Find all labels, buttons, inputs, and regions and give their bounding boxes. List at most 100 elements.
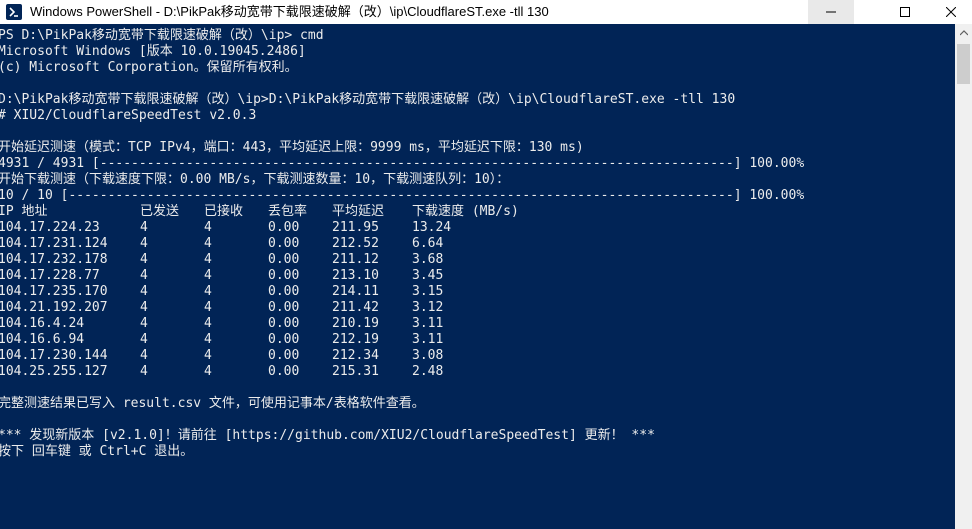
console-line: 开始下载测速（下载速度下限：0.00 MB/s，下载测速数量：10，下载测速队列… [0, 172, 510, 187]
console-line: 开始延迟测速（模式：TCP IPv4，端口：443，平均延迟上限：9999 ms… [0, 140, 584, 155]
cell-loss: 0.00 [268, 364, 300, 379]
cell-speed: 13.24 [412, 220, 452, 235]
cell-sent: 4 [140, 348, 148, 363]
console-line: # XIU2/CloudflareSpeedTest v2.0.3 [0, 108, 257, 123]
table-row: 104.17.224.23 4 4 0.00 211.95 13.24 [0, 220, 804, 236]
header-loss: 丢包率 [268, 204, 308, 219]
console-line: *** 发现新版本 [v2.1.0]！请前往 [https://github.c… [0, 428, 655, 443]
cell-received: 4 [204, 284, 212, 299]
scroll-up-button[interactable] [955, 24, 972, 41]
close-icon [946, 7, 956, 17]
cell-received: 4 [204, 268, 212, 283]
table-row: 104.17.230.144 4 4 0.00 212.34 3.08 [0, 348, 804, 364]
cell-sent: 4 [140, 284, 148, 299]
cell-ip: 104.17.235.170 [0, 284, 108, 299]
cell-received: 4 [204, 300, 212, 315]
cell-received: 4 [204, 348, 212, 363]
powershell-icon [6, 4, 22, 20]
console-line: 按下 回车键 或 Ctrl+C 退出。 [0, 444, 194, 459]
cell-latency: 210.19 [332, 316, 379, 331]
cell-latency: 212.19 [332, 332, 379, 347]
cell-latency: 215.31 [332, 364, 379, 379]
cell-ip: 104.16.4.24 [0, 316, 85, 331]
cell-speed: 2.48 [412, 364, 444, 379]
powershell-window: Windows PowerShell - D:\PikPak移动宽带下载限速破解… [0, 0, 972, 529]
console-line: D:\PikPak移动宽带下载限速破解（改）\ip>D:\PikPak移动宽带下… [0, 92, 736, 107]
cell-ip: 104.17.230.144 [0, 348, 108, 363]
maximize-button[interactable] [882, 0, 928, 24]
cell-sent: 4 [140, 236, 148, 251]
maximize-icon [900, 7, 910, 17]
cell-sent: 4 [140, 332, 148, 347]
scroll-thumb[interactable] [957, 44, 970, 84]
cell-received: 4 [204, 220, 212, 235]
cell-received: 4 [204, 236, 212, 251]
chevron-up-icon [959, 29, 968, 35]
cell-loss: 0.00 [268, 236, 300, 251]
cell-latency: 212.34 [332, 348, 379, 363]
table-row: 104.17.231.124 4 4 0.00 212.52 6.64 [0, 236, 804, 252]
cell-speed: 3.11 [412, 316, 444, 331]
cell-speed: 3.12 [412, 300, 444, 315]
cell-latency: 213.10 [332, 268, 379, 283]
table-row: 104.16.4.24 4 4 0.00 210.19 3.11 [0, 316, 804, 332]
table-row: 104.21.192.207 4 4 0.00 211.42 3.12 [0, 300, 804, 316]
cell-speed: 3.15 [412, 284, 444, 299]
cell-ip: 104.17.232.178 [0, 252, 108, 267]
cell-speed: 3.11 [412, 332, 444, 347]
cell-sent: 4 [140, 300, 148, 315]
progress-line: 4931 / 4931 [---------------------------… [0, 156, 805, 171]
console-line: 完整测速结果已写入 result.csv 文件，可使用记事本/表格软件查看。 [0, 396, 425, 411]
table-header: IP 地址 已发送 已接收 丢包率 平均延迟 下载速度 (MB/s) [0, 204, 804, 220]
cell-loss: 0.00 [268, 284, 300, 299]
console-output[interactable]: PS D:\PikPak移动宽带下载限速破解（改）\ip> cmd Micros… [0, 24, 955, 529]
cell-latency: 211.12 [332, 252, 379, 267]
close-button[interactable] [928, 0, 972, 24]
cell-latency: 211.42 [332, 300, 379, 315]
console-line: (c) Microsoft Corporation。保留所有权利。 [0, 60, 298, 75]
cell-ip: 104.17.224.23 [0, 220, 100, 235]
table-row: 104.17.235.170 4 4 0.00 214.11 3.15 [0, 284, 804, 300]
minimize-button[interactable] [808, 0, 854, 24]
cell-received: 4 [204, 332, 212, 347]
cell-ip: 104.16.6.94 [0, 332, 85, 347]
cell-loss: 0.00 [268, 220, 300, 235]
header-ip: IP 地址 [0, 204, 48, 219]
cell-received: 4 [204, 316, 212, 331]
vertical-scrollbar[interactable] [955, 24, 972, 529]
cell-speed: 6.64 [412, 236, 444, 251]
cell-speed: 3.45 [412, 268, 444, 283]
cell-loss: 0.00 [268, 316, 300, 331]
cell-sent: 4 [140, 252, 148, 267]
cell-sent: 4 [140, 316, 148, 331]
window-title: Windows PowerShell - D:\PikPak移动宽带下载限速破解… [30, 4, 549, 19]
cell-latency: 214.11 [332, 284, 379, 299]
cell-sent: 4 [140, 364, 148, 379]
cell-loss: 0.00 [268, 268, 300, 283]
cell-latency: 211.95 [332, 220, 379, 235]
cell-sent: 4 [140, 268, 148, 283]
cell-ip: 104.25.255.127 [0, 364, 108, 379]
table-row: 104.17.232.178 4 4 0.00 211.12 3.68 [0, 252, 804, 268]
cell-latency: 212.52 [332, 236, 379, 251]
cell-received: 4 [204, 364, 212, 379]
cell-speed: 3.68 [412, 252, 444, 267]
minimize-icon [826, 11, 836, 13]
cell-ip: 104.17.228.77 [0, 268, 100, 283]
console-line: PS D:\PikPak移动宽带下载限速破解（改）\ip> cmd [0, 28, 324, 43]
cell-loss: 0.00 [268, 332, 300, 347]
console-line: Microsoft Windows [版本 10.0.19045.2486] [0, 44, 306, 59]
header-received: 已接收 [204, 204, 244, 219]
header-sent: 已发送 [140, 204, 180, 219]
header-speed: 下载速度 (MB/s) [412, 204, 519, 219]
cell-ip: 104.21.192.207 [0, 300, 108, 315]
title-bar[interactable]: Windows PowerShell - D:\PikPak移动宽带下载限速破解… [0, 0, 972, 25]
table-row: 104.16.6.94 4 4 0.00 212.19 3.11 [0, 332, 804, 348]
console-lines: PS D:\PikPak移动宽带下载限速破解（改）\ip> cmd Micros… [0, 28, 804, 460]
cell-received: 4 [204, 252, 212, 267]
cell-loss: 0.00 [268, 300, 300, 315]
